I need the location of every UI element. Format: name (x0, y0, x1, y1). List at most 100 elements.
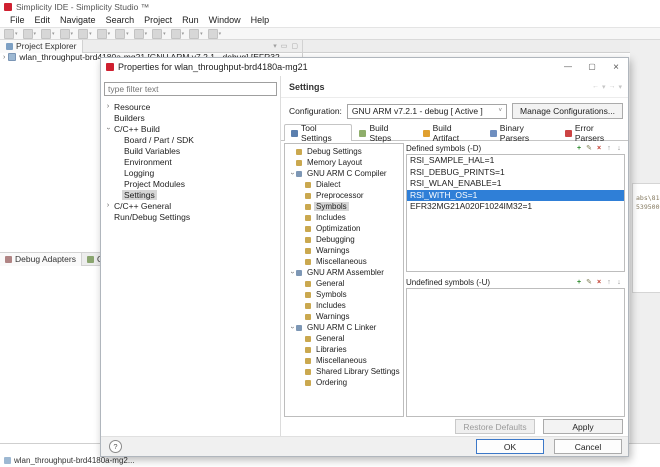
nav-tree-item[interactable]: Board / Part / SDK (104, 134, 277, 145)
list-action-icon[interactable] (595, 144, 603, 153)
tool-tree-item[interactable]: Warnings (285, 311, 403, 322)
tool-tree-item[interactable]: Symbols (285, 289, 403, 300)
list-action-icon[interactable] (605, 278, 613, 287)
configuration-select[interactable]: GNU ARM v7.2.1 - debug [ Active ] ˅ (347, 104, 507, 119)
menu-item[interactable]: Window (204, 14, 246, 27)
apply-button[interactable]: Apply (543, 419, 623, 434)
list-action-icon[interactable] (595, 278, 603, 287)
list-action-icon[interactable] (575, 144, 583, 153)
window-control-icon[interactable] (556, 62, 580, 73)
symbol-row[interactable]: RSI_WLAN_ENABLE=1 (407, 178, 624, 190)
tree-expander-icon[interactable] (289, 324, 296, 331)
tool-tree-item[interactable]: GNU ARM C Compiler (285, 168, 403, 179)
undefined-symbols-list[interactable] (406, 288, 625, 417)
tool-tree-item[interactable]: Optimization (285, 223, 403, 234)
list-action-icon[interactable] (615, 278, 623, 287)
settings-tab[interactable]: Error Parsers (558, 125, 628, 140)
settings-tab[interactable]: Tool Settings (284, 124, 352, 141)
nav-tree-item[interactable]: Builders (104, 112, 277, 123)
tool-tree-item[interactable]: Miscellaneous (285, 355, 403, 366)
tab-debug-adapters[interactable]: Debug Adapters (0, 253, 82, 266)
view-action-icon[interactable] (291, 40, 298, 53)
tree-expander-icon[interactable] (104, 125, 112, 132)
tool-tree-item[interactable]: Libraries (285, 344, 403, 355)
nav-history-icon[interactable] (602, 83, 606, 91)
help-button[interactable]: ? (109, 440, 122, 453)
menu-item[interactable]: Search (101, 14, 140, 27)
tool-tree-item[interactable]: General (285, 333, 403, 344)
tool-tree-item[interactable]: Includes (285, 300, 403, 311)
tool-tree-item[interactable]: GNU ARM C Linker (285, 322, 403, 333)
tool-tree-item[interactable]: Miscellaneous (285, 256, 403, 267)
tool-tree-item[interactable]: Shared Library Settings (285, 366, 403, 377)
nav-history-icon[interactable] (608, 83, 615, 91)
nav-tree-item[interactable]: Logging (104, 167, 277, 178)
restore-defaults-button[interactable]: Restore Defaults (455, 419, 535, 434)
nav-tree-item[interactable]: Run/Debug Settings (104, 211, 277, 222)
toolbar-button[interactable]: ▾ (97, 29, 111, 39)
nav-tree-item[interactable]: Settings (104, 189, 277, 200)
toolbar-button[interactable]: ▾ (189, 29, 203, 39)
filter-input[interactable] (104, 82, 277, 96)
nav-tree-item[interactable]: Project Modules (104, 178, 277, 189)
menu-item[interactable]: Run (177, 14, 204, 27)
toolbar-button[interactable]: ▾ (134, 29, 148, 39)
manage-configurations-button[interactable]: Manage Configurations... (512, 103, 623, 119)
toolbar-button[interactable]: ▾ (152, 29, 166, 39)
nav-tree-item[interactable]: Environment (104, 156, 277, 167)
cancel-button[interactable]: Cancel (554, 439, 622, 454)
window-control-icon[interactable] (580, 62, 604, 73)
ok-button[interactable]: OK (476, 439, 544, 454)
view-action-icon[interactable] (273, 40, 277, 53)
tool-tree-item[interactable]: Symbols (285, 201, 403, 212)
dialog-titlebar[interactable]: Properties for wlan_throughput-brd4180a-… (101, 58, 628, 76)
list-action-icon[interactable] (585, 144, 593, 153)
settings-tab[interactable]: Build Artifact (416, 125, 483, 140)
tool-tree-item[interactable]: Includes (285, 212, 403, 223)
window-control-icon[interactable] (604, 62, 628, 73)
tool-tree-item[interactable]: Debugging (285, 234, 403, 245)
nav-history-icon[interactable] (618, 83, 622, 91)
nav-tree-item[interactable]: Resource (104, 101, 277, 112)
symbol-row[interactable]: RSI_DEBUG_PRINTS=1 (407, 167, 624, 179)
list-action-icon[interactable] (605, 144, 613, 153)
tab-project-explorer[interactable]: Project Explorer (0, 40, 83, 53)
toolbar-button[interactable]: ▾ (171, 29, 185, 39)
tree-expander-icon[interactable] (104, 202, 112, 209)
tree-expander-icon[interactable] (104, 103, 112, 110)
toolbar-button[interactable]: ▾ (23, 29, 37, 39)
tool-tree-item[interactable]: Warnings (285, 245, 403, 256)
tool-tree-item[interactable]: GNU ARM Assembler (285, 267, 403, 278)
toolbar-button[interactable]: ▾ (78, 29, 92, 39)
nav-tree-item[interactable]: Build Variables (104, 145, 277, 156)
view-action-icon[interactable] (281, 40, 288, 53)
tool-tree-item[interactable]: Ordering (285, 377, 403, 388)
list-action-icon[interactable] (585, 278, 593, 287)
nav-tree-item[interactable]: C/C++ Build (104, 123, 277, 134)
menu-item[interactable]: File (5, 14, 30, 27)
symbol-row[interactable]: RSI_WITH_OS=1 (407, 190, 624, 202)
toolbar-button[interactable]: ▾ (41, 29, 55, 39)
toolbar-button[interactable]: ▾ (4, 29, 18, 39)
tool-tree-item[interactable]: Memory Layout (285, 157, 403, 168)
symbol-row[interactable]: RSI_SAMPLE_HAL=1 (407, 155, 624, 167)
tool-tree-item[interactable]: Dialect (285, 179, 403, 190)
tree-expander-icon[interactable] (289, 269, 296, 276)
tool-tree-item[interactable]: Debug Settings (285, 146, 403, 157)
menu-item[interactable]: Project (139, 14, 177, 27)
defined-symbols-list[interactable]: RSI_SAMPLE_HAL=1RSI_DEBUG_PRINTS=1RSI_WL… (406, 154, 625, 272)
settings-tab[interactable]: Binary Parsers (483, 125, 558, 140)
menu-item[interactable]: Navigate (55, 14, 101, 27)
list-action-icon[interactable] (615, 144, 623, 153)
tool-tree-item[interactable]: General (285, 278, 403, 289)
toolbar-button[interactable]: ▾ (208, 29, 222, 39)
tree-expander-icon[interactable] (289, 170, 296, 177)
menu-item[interactable]: Help (246, 14, 275, 27)
list-action-icon[interactable] (575, 278, 583, 287)
nav-tree-item[interactable]: C/C++ General (104, 200, 277, 211)
toolbar-button[interactable]: ▾ (60, 29, 74, 39)
settings-tab[interactable]: Build Steps (352, 125, 415, 140)
nav-history-icon[interactable] (592, 83, 599, 91)
menu-item[interactable]: Edit (30, 14, 56, 27)
toolbar-button[interactable]: ▾ (115, 29, 129, 39)
